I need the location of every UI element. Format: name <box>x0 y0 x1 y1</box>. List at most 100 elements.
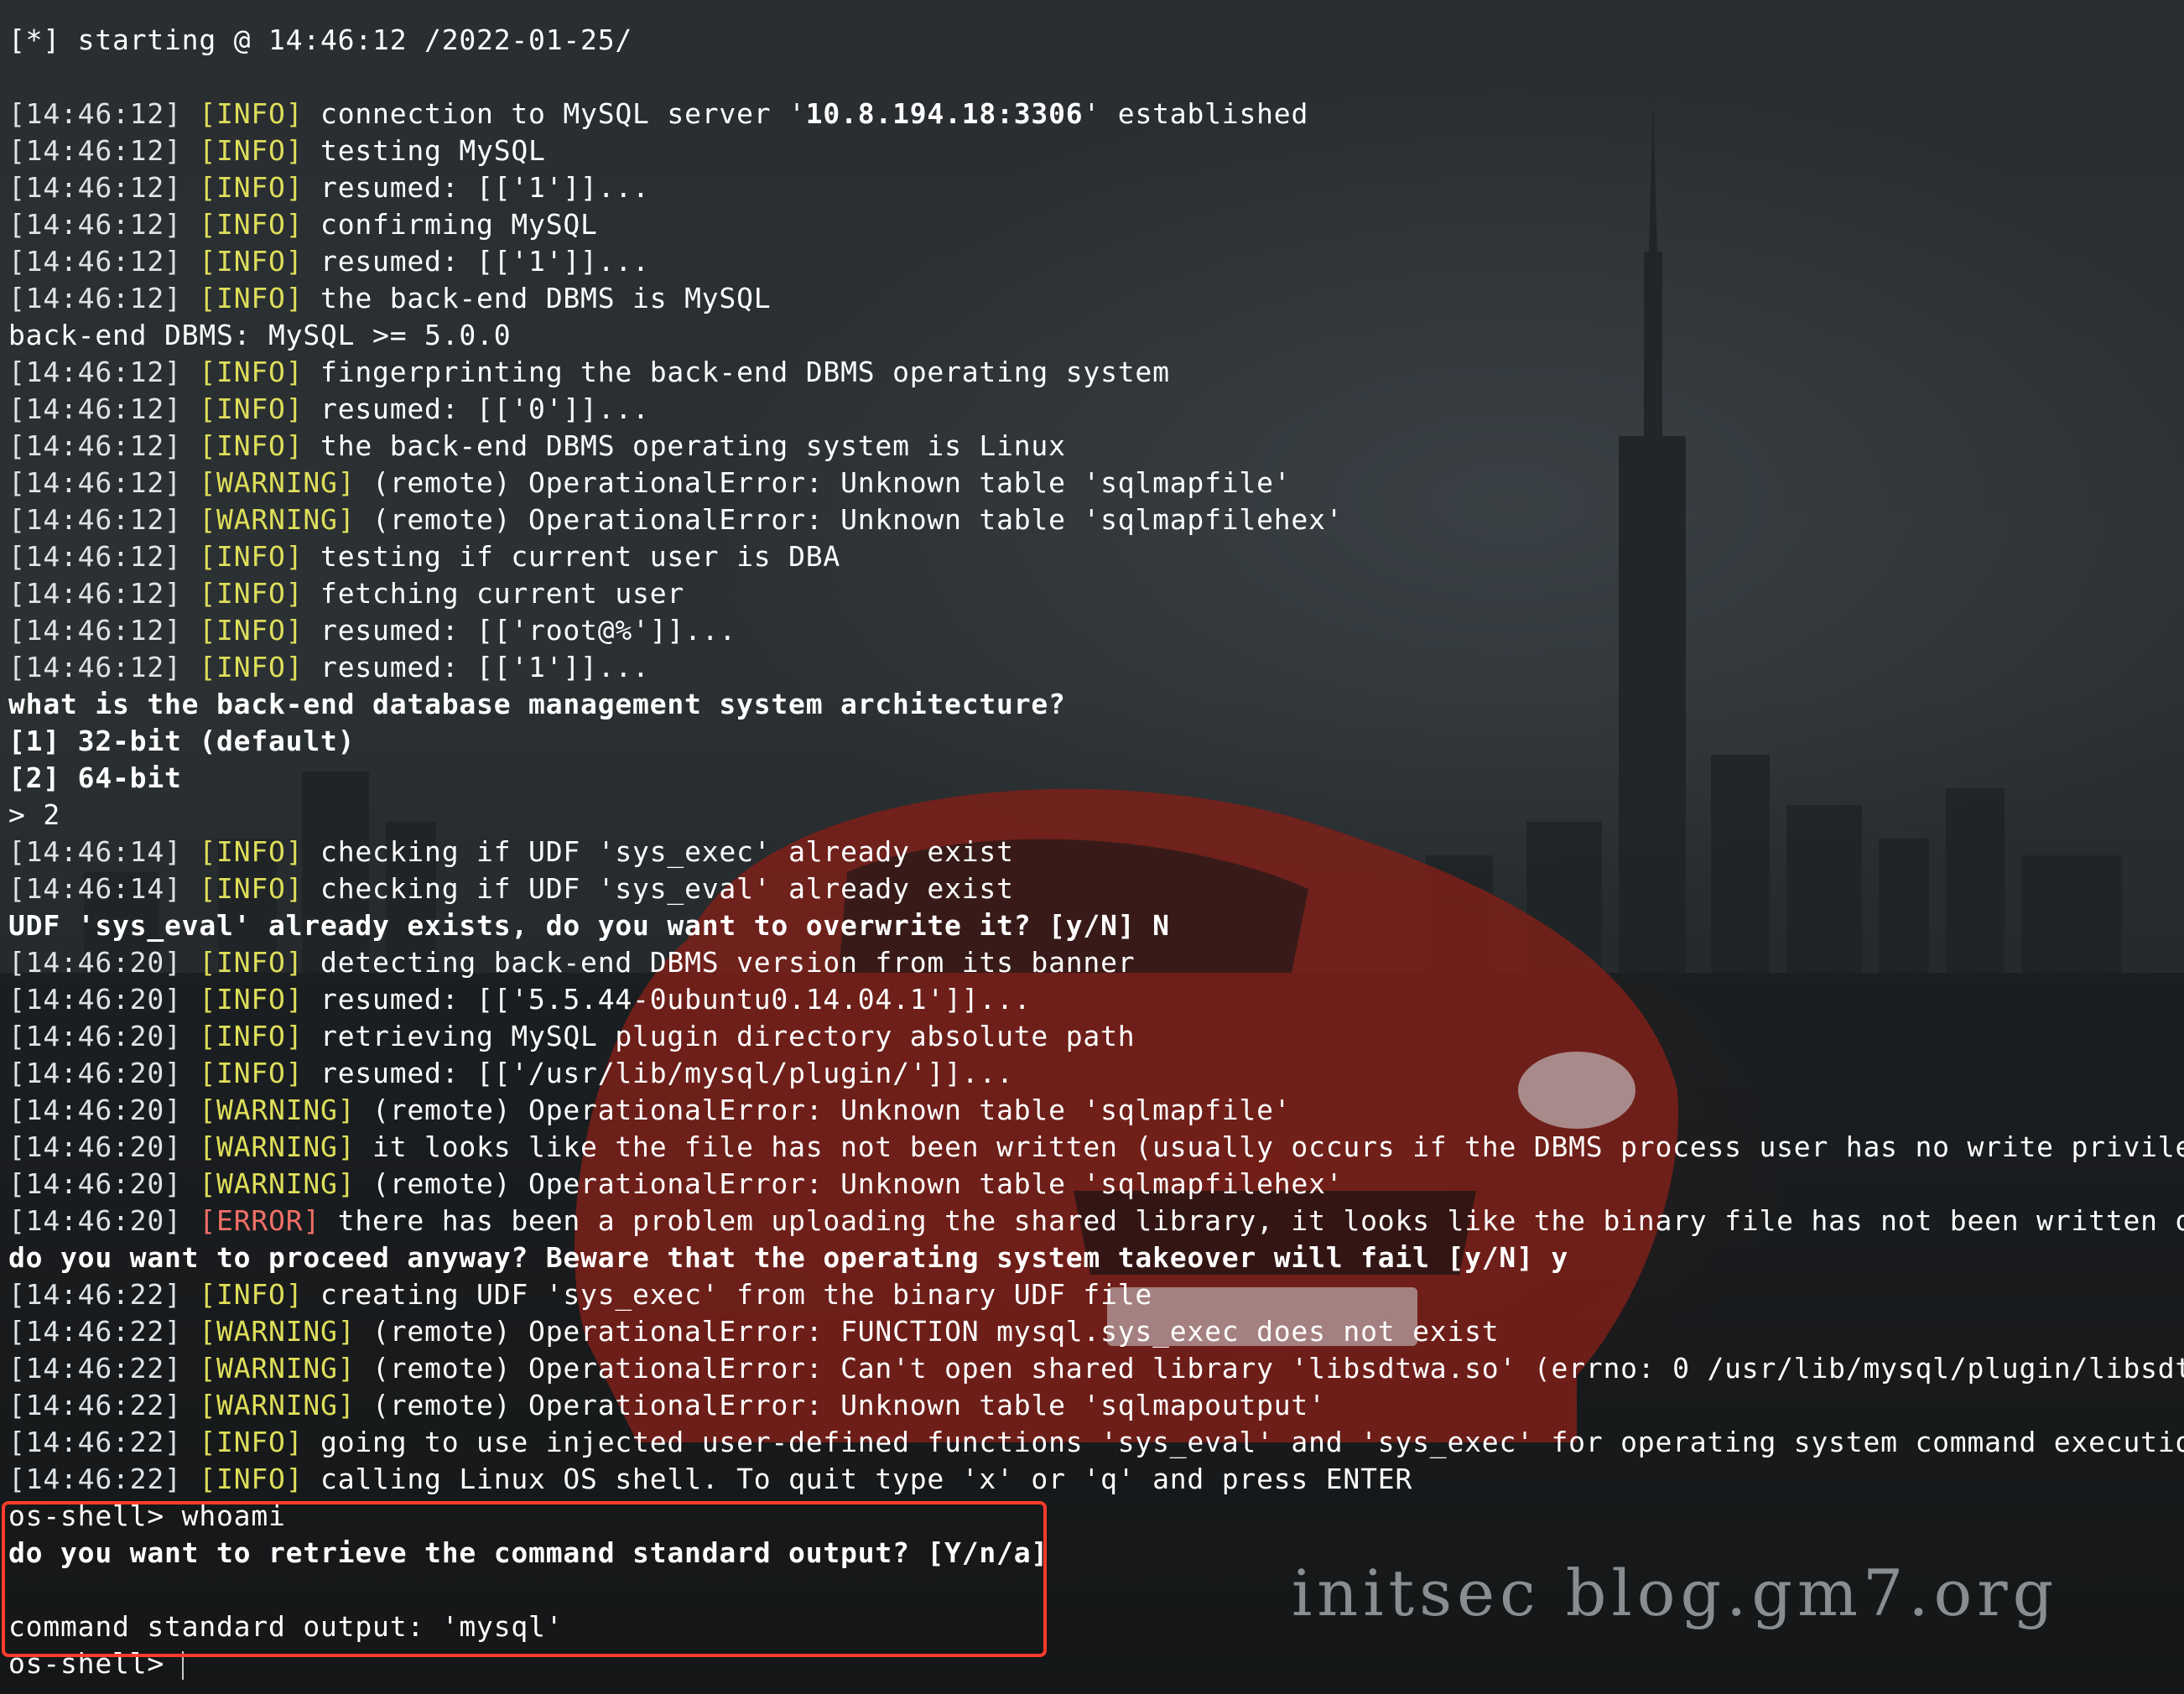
line-text: do you want to proceed anyway? Beware th… <box>8 1241 1569 1274</box>
line-text: do you want to retrieve the command stan… <box>8 1536 1049 1569</box>
line-text: command standard output: 'mysql' <box>8 1610 564 1643</box>
timestamp: [14:46:12] <box>8 208 200 241</box>
terminal-line: [14:46:22] [WARNING] (remote) Operationa… <box>8 1350 2184 1387</box>
timestamp: [14:46:20] <box>8 946 200 979</box>
terminal-line: [14:46:12] [WARNING] (remote) Operationa… <box>8 465 2184 501</box>
terminal-line: [14:46:22] [INFO] calling Linux OS shell… <box>8 1461 2184 1498</box>
info-tag: [INFO] <box>199 392 304 425</box>
info-tag: [INFO] <box>199 983 304 1016</box>
info-tag: [INFO] <box>199 946 304 979</box>
warning-tag: [WARNING] <box>199 1094 356 1126</box>
info-tag: [INFO] <box>199 540 304 573</box>
timestamp: [14:46:12] <box>8 651 200 683</box>
line-text: resumed: [['root@%']]... <box>303 614 737 647</box>
line-text: what is the back-end database management… <box>8 688 1066 720</box>
line-text: (remote) OperationalError: FUNCTION mysq… <box>355 1315 1500 1348</box>
timestamp: [14:46:12] <box>8 134 200 167</box>
info-tag: [INFO] <box>199 171 304 204</box>
terminal-line: [14:46:12] [INFO] resumed: [['root@%']].… <box>8 612 2184 649</box>
timestamp: [14:46:12] <box>8 282 200 314</box>
info-tag: [INFO] <box>199 1426 304 1458</box>
line-text: (remote) OperationalError: Unknown table… <box>355 1389 1326 1421</box>
info-tag: [INFO] <box>199 245 304 278</box>
line-text: detecting back-end DBMS version from its… <box>303 946 1136 979</box>
line-text: connection to MySQL server ' <box>303 97 806 130</box>
line-text: fetching current user <box>303 577 685 610</box>
line-text: (remote) OperationalError: Unknown table… <box>355 466 1292 499</box>
info-tag: [INFO] <box>199 282 304 314</box>
watermark-text: initsec blog.gm7.org <box>1292 1556 2059 1630</box>
terminal-line: [14:46:12] [INFO] fingerprinting the bac… <box>8 354 2184 391</box>
terminal-line: [14:46:20] [INFO] detecting back-end DBM… <box>8 944 2184 981</box>
line-text: > 2 <box>8 798 61 831</box>
terminal-line: [14:46:20] [INFO] resumed: [['5.5.44-0ub… <box>8 981 2184 1018</box>
terminal-line: [14:46:14] [INFO] checking if UDF 'sys_e… <box>8 870 2184 907</box>
timestamp: [14:46:12] <box>8 356 200 388</box>
terminal-line: [14:46:12] [INFO] fetching current user <box>8 575 2184 612</box>
line-text: testing if current user is DBA <box>303 540 841 573</box>
timestamp: [14:46:12] <box>8 614 200 647</box>
info-tag: [INFO] <box>199 1020 304 1052</box>
timestamp: [14:46:12] <box>8 429 200 462</box>
terminal-line: [14:46:20] [WARNING] (remote) Operationa… <box>8 1166 2184 1203</box>
timestamp: [14:46:12] <box>8 540 200 573</box>
timestamp: [14:46:12] <box>8 97 200 130</box>
terminal-line: [14:46:22] [INFO] creating UDF 'sys_exec… <box>8 1276 2184 1313</box>
line-text: [*] starting @ 14:46:12 /2022-01-25/ <box>8 23 633 56</box>
info-tag: [INFO] <box>199 577 304 610</box>
line-text: [2] 64-bit <box>8 761 182 794</box>
terminal-line: [14:46:12] [INFO] resumed: [['1']]... <box>8 169 2184 206</box>
terminal-line: [14:46:20] [INFO] resumed: [['/usr/lib/m… <box>8 1055 2184 1092</box>
terminal-line: [14:46:12] [INFO] resumed: [['1']]... <box>8 243 2184 280</box>
info-tag: [INFO] <box>199 651 304 683</box>
line-text: [1] 32-bit (default) <box>8 725 356 757</box>
terminal-line: [14:46:12] [INFO] resumed: [['1']]... <box>8 649 2184 686</box>
line-text: resumed: [['/usr/lib/mysql/plugin/']]... <box>303 1057 1014 1089</box>
terminal-line: [14:46:20] [ERROR] there has been a prob… <box>8 1203 2184 1239</box>
line-text: 10.8.194.18:3306 <box>805 97 1084 130</box>
timestamp: [14:46:14] <box>8 835 200 868</box>
info-tag: [INFO] <box>199 356 304 388</box>
info-tag: [INFO] <box>199 429 304 462</box>
line-text: there has been a problem uploading the s… <box>320 1204 2184 1237</box>
terminal-output: [*] starting @ 14:46:12 /2022-01-25/ [14:… <box>8 22 2184 1694</box>
terminal-line: [14:46:20] [INFO] retrieving MySQL plugi… <box>8 1018 2184 1055</box>
warning-tag: [WARNING] <box>199 503 356 536</box>
line-text: checking if UDF 'sys_eval' already exist <box>303 872 1014 905</box>
line-text: retrieving MySQL plugin directory absolu… <box>303 1020 1136 1052</box>
timestamp: [14:46:12] <box>8 466 200 499</box>
timestamp: [14:46:20] <box>8 1167 200 1200</box>
timestamp: [14:46:20] <box>8 1094 200 1126</box>
warning-tag: [WARNING] <box>199 1130 356 1163</box>
line-text: it looks like the file has not been writ… <box>355 1130 2184 1163</box>
timestamp: [14:46:12] <box>8 392 200 425</box>
text-cursor[interactable] <box>181 1650 184 1680</box>
line-text: ' established <box>1083 97 1309 130</box>
timestamp: [14:46:12] <box>8 503 200 536</box>
line-text: the back-end DBMS is MySQL <box>303 282 772 314</box>
info-tag: [INFO] <box>199 835 304 868</box>
terminal-line: [14:46:12] [INFO] the back-end DBMS oper… <box>8 428 2184 465</box>
line-text: calling Linux OS shell. To quit type 'x'… <box>303 1463 1413 1495</box>
terminal-line: [14:46:20] [WARNING] it looks like the f… <box>8 1129 2184 1166</box>
line-text: resumed: [['5.5.44-0ubuntu0.14.04.1']]..… <box>303 983 1032 1016</box>
line-text: (remote) OperationalError: Unknown table… <box>355 1167 1344 1200</box>
terminal-line: [14:46:12] [INFO] testing if current use… <box>8 538 2184 575</box>
terminal-line: [14:46:14] [INFO] checking if UDF 'sys_e… <box>8 834 2184 870</box>
terminal-line: [14:46:12] [INFO] connection to MySQL se… <box>8 96 2184 133</box>
timestamp: [14:46:22] <box>8 1426 200 1458</box>
warning-tag: [WARNING] <box>199 1352 356 1385</box>
info-tag: [INFO] <box>199 1057 304 1089</box>
terminal-line: [2] 64-bit <box>8 760 2184 797</box>
info-tag: [INFO] <box>199 134 304 167</box>
terminal-line: do you want to proceed anyway? Beware th… <box>8 1239 2184 1276</box>
terminal-line: [14:46:12] [INFO] resumed: [['0']]... <box>8 391 2184 428</box>
terminal-line: UDF 'sys_eval' already exists, do you wa… <box>8 907 2184 944</box>
line-text: resumed: [['1']]... <box>303 171 650 204</box>
line-text: resumed: [['1']]... <box>303 651 650 683</box>
timestamp: [14:46:22] <box>8 1463 200 1495</box>
info-tag: [INFO] <box>199 1463 304 1495</box>
warning-tag: [WARNING] <box>199 466 356 499</box>
line-text: (remote) OperationalError: Unknown table… <box>355 1094 1292 1126</box>
info-tag: [INFO] <box>199 97 304 130</box>
